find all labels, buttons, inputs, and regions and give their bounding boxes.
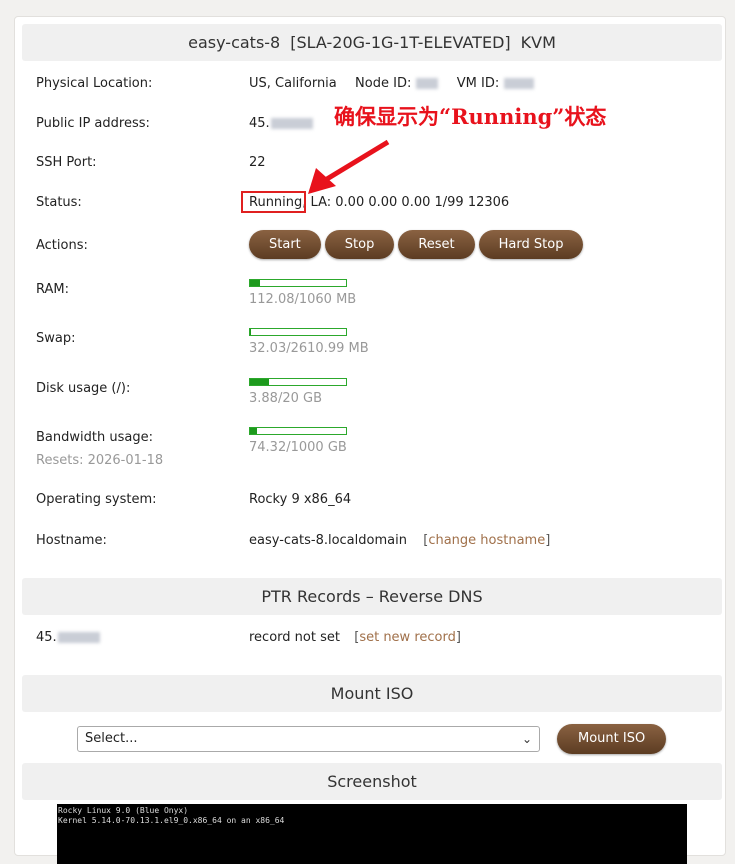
ssh-port-label: SSH Port: — [36, 155, 97, 170]
ptr-ip-prefix: 45. — [36, 630, 57, 645]
bandwidth-resets: Resets: 2026-01-18 — [36, 453, 164, 468]
chevron-down-icon: ⌄ — [521, 732, 532, 746]
stop-button[interactable]: Stop — [324, 230, 395, 259]
bandwidth-bar-fill — [250, 428, 258, 434]
iso-header: Mount ISO — [22, 675, 722, 712]
actions-buttons: Start Stop Reset Hard Stop — [249, 230, 587, 259]
location-text: US, California — [249, 76, 337, 91]
bandwidth-label: Bandwidth usage: — [36, 430, 153, 445]
hostname-text: easy-cats-8.localdomain — [249, 533, 407, 548]
disk-usage-text: 3.88/20 GB — [249, 391, 322, 406]
swap-bar — [249, 328, 347, 336]
iso-select-value: Select... — [85, 731, 138, 746]
reset-button[interactable]: Reset — [398, 230, 475, 259]
ip-prefix: 45. — [249, 116, 270, 131]
console-screenshot[interactable]: Rocky Linux 9.0 (Blue Onyx) Kernel 5.14.… — [57, 804, 687, 864]
hostname-link-close-bracket: ] — [545, 533, 551, 548]
vps-virt: KVM — [520, 33, 556, 52]
vps-plan: [SLA-20G-1G-1T-ELEVATED] — [290, 33, 511, 52]
hostname-label: Hostname: — [36, 533, 107, 548]
vps-name: easy-cats-8 — [188, 33, 281, 52]
node-id-redacted — [416, 78, 439, 89]
vm-id-label: VM ID: — [456, 76, 500, 91]
disk-bar-fill — [250, 379, 269, 385]
physical-location-value: US, California Node ID: VM ID: — [249, 76, 535, 91]
swap-bar-fill — [250, 329, 252, 335]
screenshot-header: Screenshot — [22, 763, 722, 800]
ram-bar-fill — [250, 280, 261, 286]
actions-label: Actions: — [36, 238, 88, 253]
os-value: Rocky 9 x86_64 — [249, 492, 352, 507]
set-new-record-link[interactable]: set new record — [359, 630, 456, 645]
ptr-record-status: record not set — [249, 630, 340, 645]
physical-location-label: Physical Location: — [36, 76, 153, 91]
ssh-port-value: 22 — [249, 155, 266, 170]
status-label: Status: — [36, 195, 82, 210]
hostname-value: easy-cats-8.localdomain [change hostname… — [249, 533, 550, 548]
swap-label: Swap: — [36, 331, 76, 346]
iso-select[interactable]: Select... ⌄ — [77, 726, 540, 752]
os-label: Operating system: — [36, 492, 157, 507]
ptr-header: PTR Records – Reverse DNS — [22, 578, 722, 615]
node-id-label: Node ID: — [355, 76, 412, 91]
annotation-arrow-icon — [308, 139, 390, 194]
swap-usage-text: 32.03/2610.99 MB — [249, 341, 369, 356]
ram-usage-text: 112.08/1060 MB — [249, 292, 357, 307]
disk-bar — [249, 378, 347, 386]
vps-header: easy-cats-8 [SLA-20G-1G-1T-ELEVATED] KVM — [22, 24, 722, 61]
bandwidth-bar — [249, 427, 347, 435]
ptr-value: record not set [set new record] — [249, 630, 461, 645]
mount-iso-button[interactable]: Mount ISO — [557, 724, 667, 754]
ptr-link-close-bracket: ] — [455, 630, 461, 645]
vm-id-redacted — [504, 78, 535, 89]
ptr-ip-redacted — [57, 632, 100, 643]
ram-label: RAM: — [36, 282, 69, 297]
disk-label: Disk usage (/): — [36, 381, 131, 396]
console-line-1: Rocky Linux 9.0 (Blue Onyx) — [58, 806, 189, 815]
public-ip-label: Public IP address: — [36, 116, 150, 131]
annotation-text: 确保显示为“Running”状态 — [334, 104, 607, 129]
annotation-arrow-head — [308, 168, 336, 194]
hard-stop-button[interactable]: Hard Stop — [478, 230, 584, 259]
ptr-ip: 45. — [36, 630, 100, 645]
public-ip-value: 45. — [249, 116, 313, 131]
start-button[interactable]: Start — [249, 230, 321, 259]
console-line-2: Kernel 5.14.0-70.13.1.el9_0.x86_64 on an… — [58, 816, 285, 825]
ram-bar — [249, 279, 347, 287]
change-hostname-link[interactable]: change hostname — [428, 533, 545, 548]
bandwidth-usage-text: 74.32/1000 GB — [249, 440, 347, 455]
ip-redacted — [270, 118, 313, 129]
annotation-arrow-shaft — [320, 139, 390, 185]
status-highlight-box — [241, 191, 306, 213]
